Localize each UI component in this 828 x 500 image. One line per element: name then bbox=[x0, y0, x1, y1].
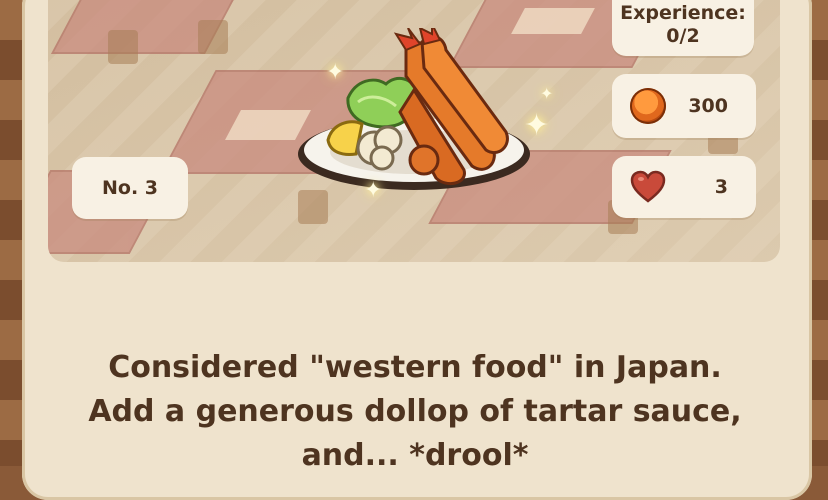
experience-value: 0/2 bbox=[666, 25, 700, 47]
recipe-number: No. 3 bbox=[101, 177, 158, 199]
sparkle-icon: ✦ bbox=[540, 84, 554, 103]
description-line-3: and... *drool* bbox=[301, 438, 529, 473]
fried-shrimp-plate-icon bbox=[296, 23, 546, 198]
price-value: 300 bbox=[688, 95, 728, 117]
heart-icon bbox=[630, 170, 666, 204]
experience-box: Experience: 0/2 bbox=[612, 0, 754, 56]
hearts-box: 3 bbox=[612, 156, 756, 218]
sparkle-icon: ✦ bbox=[524, 108, 550, 143]
coin-icon bbox=[630, 88, 666, 124]
recipe-number-badge: No. 3 bbox=[72, 157, 188, 219]
description-line-1: Considered "western food" in Japan. bbox=[108, 350, 722, 385]
price-box: 300 bbox=[612, 74, 756, 138]
experience-label: Experience: bbox=[620, 2, 746, 24]
sparkle-icon: ✦ bbox=[326, 60, 345, 85]
recipe-description: Considered "western food" in Japan. Add … bbox=[60, 346, 770, 478]
description-line-2: Add a generous dollop of tartar sauce, bbox=[88, 394, 742, 429]
sparkle-icon: ✦ bbox=[364, 178, 383, 203]
hearts-value: 3 bbox=[714, 176, 728, 198]
